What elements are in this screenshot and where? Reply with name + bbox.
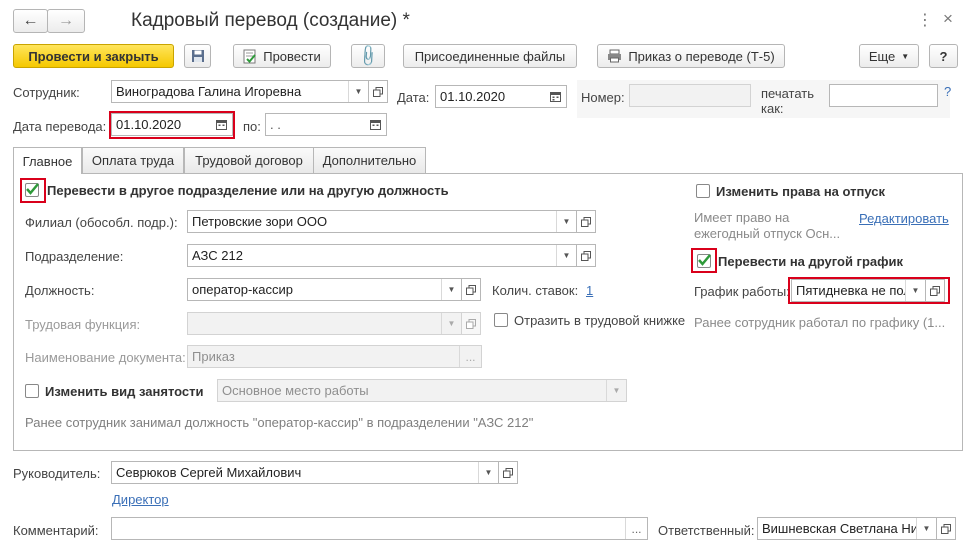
document-name-label: Наименование документа: [25,350,186,365]
rates-link[interactable]: 1 [586,283,593,298]
manager-open-button[interactable] [498,461,518,484]
dropdown-arrow-icon[interactable]: ▼ [441,313,461,334]
help-button[interactable]: ? [929,44,958,68]
tab-contract[interactable]: Трудовой договор [184,147,314,173]
print-as-field[interactable] [829,84,938,107]
branch-open-button[interactable] [576,210,596,233]
workbook-checkbox[interactable] [494,313,508,327]
more-button[interactable]: Еще ▼ [859,44,919,68]
calendar-icon[interactable] [544,86,566,107]
dropdown-arrow-icon[interactable]: ▼ [348,81,368,102]
vacation-note: Имеет право на ежегодный отпуск Осн... [694,210,841,241]
schedule-field-highlight [788,277,950,304]
printer-icon [608,49,622,63]
help-mark[interactable]: ? [944,84,951,99]
open-window-icon [466,318,476,329]
responsible-field[interactable]: Вишневская Светлана Ни ▼ [757,517,937,540]
open-window-icon [941,523,951,534]
back-button[interactable]: ← [13,9,48,33]
dropdown-arrow-icon[interactable]: ▼ [556,211,576,232]
open-window-icon [373,86,383,97]
transfer-order-button[interactable]: Приказ о переводе (Т-5) [597,44,785,68]
arrow-left-icon: ← [22,12,39,29]
position-field[interactable]: оператор-кассир ▼ [187,278,462,301]
position-label: Должность: [25,283,95,298]
post-document-icon [243,49,256,63]
branch-field[interactable]: Петровские зори ООО ▼ [187,210,577,233]
dropdown-arrow-icon[interactable]: ▼ [478,462,498,483]
comment-field[interactable]: ... [111,517,648,540]
job-function-open-button[interactable] [461,312,481,335]
previous-schedule-note: Ранее сотрудник работал по графику (1... [694,315,946,330]
date-field[interactable]: 01.10.2020 [435,85,567,108]
post-button[interactable]: Провести [233,44,331,68]
dropdown-arrow-icon[interactable]: ▼ [556,245,576,266]
dropdown-arrow-icon[interactable]: ▼ [441,279,461,300]
attached-files-button[interactable]: Присоединенные файлы [403,44,577,68]
department-label: Подразделение: [25,249,124,264]
print-as-label: печатать как: [761,86,815,116]
post-and-close-button[interactable]: Провести и закрыть [13,44,174,68]
kebab-menu-icon[interactable]: ⋮ [917,10,933,30]
workbook-check-label[interactable]: Отразить в трудовой книжке [514,313,685,328]
manager-position-link[interactable]: Директор [112,492,169,507]
transfer-date-label: Дата перевода: [13,119,107,134]
number-label: Номер: [581,90,625,105]
position-open-button[interactable] [461,278,481,301]
employment-type-field[interactable]: Основное место работы ▼ [217,379,627,402]
tab-main[interactable]: Главное [13,147,82,174]
document-name-field[interactable]: Приказ ... [187,345,482,368]
job-function-label: Трудовая функция: [25,317,141,332]
rates-label: Колич. ставок: [492,283,579,298]
dropdown-arrow-icon[interactable]: ▼ [606,380,626,401]
schedule-label: График работы: [694,284,790,299]
paperclip-icon: 📎 [355,43,381,69]
attach-button[interactable]: 📎 [351,43,385,69]
manager-field[interactable]: Севрюков Сергей Михайлович ▼ [111,461,499,484]
transfer-check-label[interactable]: Перевести в другое подразделение или на … [47,183,449,198]
calendar-icon[interactable] [364,114,386,135]
tab-additional[interactable]: Дополнительно [313,147,426,173]
schedule-checkbox-highlight [691,248,717,273]
employment-check-label[interactable]: Изменить вид занятости [45,384,204,399]
arrow-right-icon: → [58,12,74,29]
date-label: Дата: [397,90,430,105]
open-window-icon [466,284,476,295]
forward-button[interactable]: → [47,9,85,33]
department-field[interactable]: АЗС 212 ▼ [187,244,577,267]
tab-salary[interactable]: Оплата труда [82,147,184,173]
open-window-icon [581,250,591,261]
close-icon[interactable]: × [943,9,953,29]
department-open-button[interactable] [576,244,596,267]
vacation-rights-label[interactable]: Изменить права на отпуск [716,184,885,199]
employee-field[interactable]: Виноградова Галина Игоревна ▼ [111,80,369,103]
floppy-disk-icon [191,50,204,62]
employee-label: Сотрудник: [13,85,80,100]
to-label: по: [243,119,261,134]
number-field[interactable] [629,84,751,107]
job-function-field[interactable]: ▼ [187,312,462,335]
branch-label: Филиал (обособл. подр.): [25,215,178,230]
to-date-field[interactable]: . . [265,113,387,136]
comment-label: Комментарий: [13,523,99,538]
employee-open-button[interactable] [368,80,388,103]
manager-label: Руководитель: [13,466,101,481]
employment-checkbox[interactable] [25,384,39,398]
responsible-label: Ответственный: [658,523,755,538]
ellipsis-icon[interactable]: ... [459,346,481,367]
dropdown-arrow-icon[interactable]: ▼ [916,518,936,539]
ellipsis-icon[interactable]: ... [625,518,647,539]
transfer-date-highlight [109,111,235,139]
edit-vacation-link[interactable]: Редактировать [859,211,949,226]
previous-position-note: Ранее сотрудник занимал должность "опера… [25,415,534,430]
window-title: Кадровый перевод (создание) * [131,10,410,31]
vacation-rights-checkbox[interactable] [696,184,710,198]
transfer-checkbox-highlight [20,178,46,203]
save-button[interactable] [184,44,211,68]
responsible-open-button[interactable] [936,517,956,540]
open-window-icon [581,216,591,227]
open-window-icon [503,467,513,478]
schedule-check-label[interactable]: Перевести на другой график [718,254,903,269]
chevron-down-icon: ▼ [901,51,910,61]
